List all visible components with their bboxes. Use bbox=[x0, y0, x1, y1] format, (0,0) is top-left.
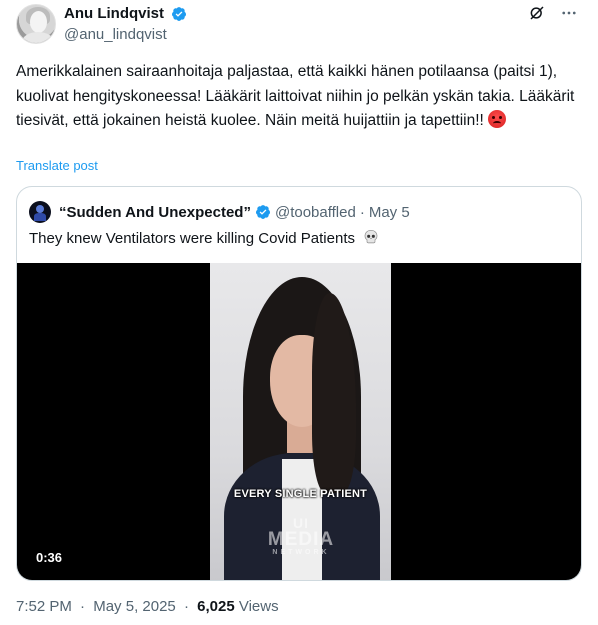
views-label: Views bbox=[238, 598, 279, 615]
post-meta: 7:52 PM · May 5, 2025 · 6,025 Views bbox=[16, 598, 279, 615]
avatar-body bbox=[22, 32, 54, 43]
author-display-name[interactable]: Anu Lindqvist bbox=[64, 5, 164, 22]
video-subject-hair-side bbox=[312, 293, 356, 493]
video-caption: EVERY SINGLE PATIENT bbox=[233, 488, 368, 500]
quoted-display-name[interactable]: “Sudden And Unexpected” bbox=[59, 204, 251, 221]
author-handle[interactable]: @anu_lindqvist bbox=[64, 26, 187, 43]
avatar-face bbox=[30, 11, 47, 33]
grok-icon[interactable] bbox=[528, 4, 546, 22]
author-info: Anu Lindqvist @anu_lindqvist bbox=[64, 5, 187, 43]
more-dots-icon[interactable] bbox=[560, 4, 578, 22]
quoted-post-text: They knew Ventilators were killing Covid… bbox=[29, 229, 379, 247]
post-time[interactable]: 7:52 PM bbox=[16, 598, 72, 615]
angry-face-emoji bbox=[488, 110, 507, 128]
quoted-verified-badge-icon bbox=[255, 205, 270, 219]
quoted-handle[interactable]: @toobaffled bbox=[275, 204, 356, 221]
quoted-separator: · bbox=[359, 203, 365, 221]
video-player[interactable]: EVERY SINGLE PATIENT UI MEDIA NETWORK 0:… bbox=[17, 263, 581, 580]
video-frame: EVERY SINGLE PATIENT UI MEDIA NETWORK bbox=[210, 263, 391, 580]
watermark-main: MEDIA bbox=[267, 529, 335, 550]
quoted-post-body: They knew Ventilators were killing Covid… bbox=[29, 230, 355, 247]
post-text: Amerikkalainen sairaanhoitaja paljastaa,… bbox=[16, 60, 582, 134]
views-count[interactable]: 6,025 bbox=[197, 598, 235, 615]
post-date[interactable]: May 5, 2025 bbox=[93, 598, 176, 615]
quoted-date[interactable]: May 5 bbox=[369, 204, 410, 221]
meta-separator-2: · bbox=[183, 598, 189, 615]
meta-separator: · bbox=[80, 598, 86, 615]
video-duration: 0:36 bbox=[36, 550, 63, 565]
post-header: Anu Lindqvist @anu_lindqvist bbox=[16, 4, 586, 48]
quoted-post-header: “Sudden And Unexpected” @toobaffled · Ma… bbox=[29, 201, 410, 223]
quoted-post-card[interactable]: “Sudden And Unexpected” @toobaffled · Ma… bbox=[16, 186, 582, 581]
author-avatar[interactable] bbox=[16, 4, 56, 44]
translate-post-link[interactable]: Translate post bbox=[16, 158, 98, 173]
quoted-author-avatar[interactable] bbox=[29, 201, 51, 223]
header-actions bbox=[528, 4, 578, 22]
verified-badge-icon bbox=[172, 6, 187, 21]
watermark-sub: NETWORK bbox=[272, 549, 330, 556]
skull-emoji bbox=[364, 229, 378, 244]
video-watermark: UI MEDIA NETWORK bbox=[256, 515, 346, 556]
